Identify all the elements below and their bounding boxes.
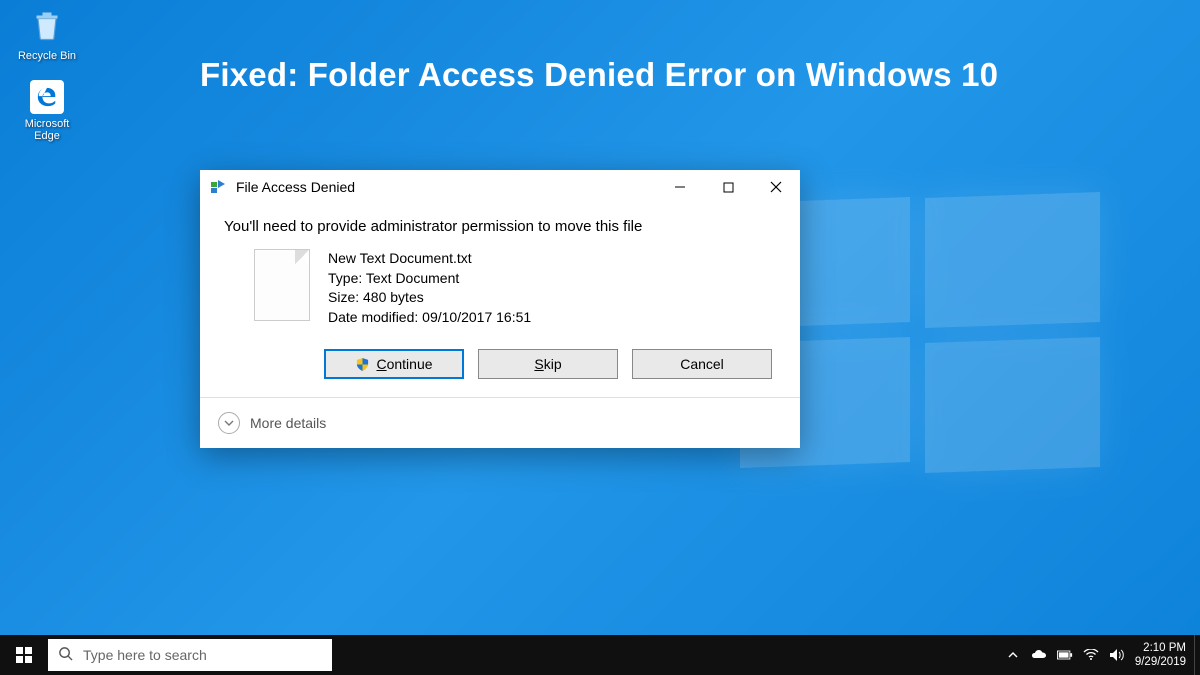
chevron-down-icon <box>218 412 240 434</box>
dialog-message: You'll need to provide administrator per… <box>224 218 776 235</box>
taskbar-clock[interactable]: 2:10 PM 9/29/2019 <box>1131 635 1194 675</box>
dialog-app-icon <box>210 178 228 196</box>
clock-date: 9/29/2019 <box>1135 655 1186 669</box>
dialog-titlebar[interactable]: File Access Denied <box>200 170 800 204</box>
cancel-label: Cancel <box>680 356 724 372</box>
cancel-button[interactable]: Cancel <box>632 349 772 379</box>
file-info-row: New Text Document.txt Type: Text Documen… <box>254 249 776 327</box>
desktop-icon-label: Recycle Bin <box>15 50 79 62</box>
continue-button[interactable]: Continue <box>324 349 464 379</box>
system-tray[interactable] <box>999 635 1131 675</box>
search-icon <box>58 646 73 664</box>
edge-icon <box>30 80 64 114</box>
file-size: Size: 480 bytes <box>328 288 531 308</box>
dialog-title: File Access Denied <box>236 179 656 195</box>
windows-logo-icon <box>16 647 32 663</box>
volume-icon[interactable] <box>1109 647 1125 663</box>
file-modified: Date modified: 09/10/2017 16:51 <box>328 308 531 328</box>
skip-label: Skip <box>534 356 561 372</box>
search-placeholder: Type here to search <box>83 647 207 663</box>
minimize-button[interactable] <box>656 170 704 204</box>
banner-headline: Fixed: Folder Access Denied Error on Win… <box>200 56 998 94</box>
taskbar-search[interactable]: Type here to search <box>48 639 332 671</box>
text-file-icon <box>254 249 310 321</box>
desktop-icon-label: Microsoft Edge <box>15 118 79 142</box>
onedrive-icon[interactable] <box>1031 647 1047 663</box>
show-desktop-button[interactable] <box>1194 635 1200 675</box>
desktop-icon-edge[interactable]: Microsoft Edge <box>15 80 79 142</box>
wifi-icon[interactable] <box>1083 647 1099 663</box>
desktop-icon-recycle-bin[interactable]: Recycle Bin <box>15 6 79 62</box>
close-button[interactable] <box>752 170 800 204</box>
tray-overflow-icon[interactable] <box>1005 647 1021 663</box>
recycle-bin-icon <box>27 6 67 46</box>
file-name: New Text Document.txt <box>328 249 531 269</box>
file-access-denied-dialog: File Access Denied You'll need to provid… <box>200 170 800 448</box>
uac-shield-icon <box>355 357 370 372</box>
continue-label: Continue <box>376 356 432 372</box>
clock-time: 2:10 PM <box>1135 641 1186 655</box>
more-details-toggle[interactable]: More details <box>200 398 800 448</box>
start-button[interactable] <box>0 635 48 675</box>
more-details-label: More details <box>250 415 326 431</box>
file-type: Type: Text Document <box>328 269 531 289</box>
taskbar: Type here to search 2:10 PM 9/29/2019 <box>0 635 1200 675</box>
skip-button[interactable]: Skip <box>478 349 618 379</box>
maximize-button[interactable] <box>704 170 752 204</box>
battery-icon[interactable] <box>1057 647 1073 663</box>
